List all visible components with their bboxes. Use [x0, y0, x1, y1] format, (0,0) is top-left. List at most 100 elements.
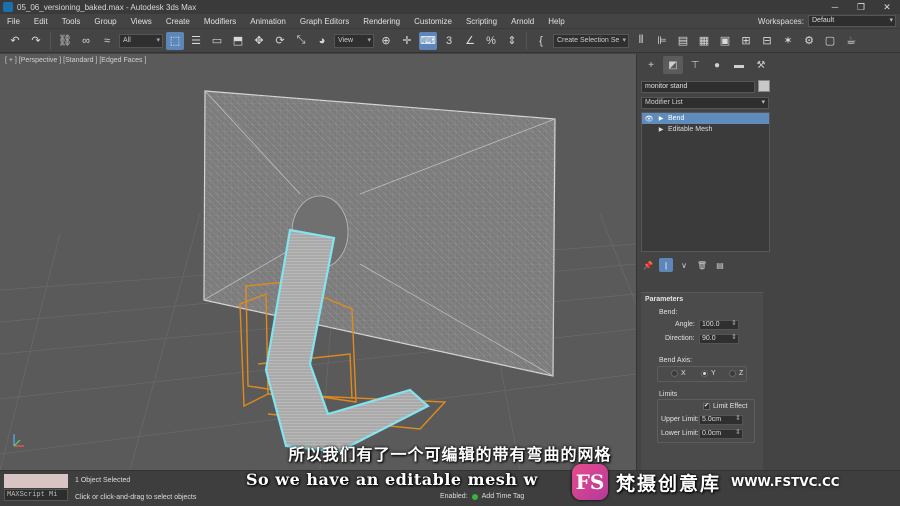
spinner-snap-icon[interactable]: ⇕ — [503, 32, 521, 50]
enabled-status-icon[interactable] — [471, 493, 478, 500]
eye-icon[interactable]: 👁 — [644, 115, 654, 123]
rollout-title[interactable]: Parameters — [641, 293, 763, 306]
bind-space-warp-icon[interactable]: ≈ — [98, 32, 116, 50]
select-object-icon[interactable]: ⬚ — [166, 31, 184, 50]
expand-icon[interactable]: ▶ — [657, 126, 665, 133]
remove-modifier-icon[interactable]: 🗑 — [695, 258, 709, 272]
add-time-tag[interactable]: Add Time Tag — [482, 493, 525, 500]
menu-file[interactable]: File — [0, 17, 27, 26]
mirror-icon[interactable]: ⫴ — [632, 32, 650, 50]
pin-stack-icon[interactable]: 📌 — [641, 258, 655, 272]
object-name-field[interactable]: monitor stand — [641, 81, 755, 93]
snaps-toggle-icon[interactable]: 3 — [440, 32, 458, 50]
limit-effect-label: Limit Effect — [713, 403, 748, 410]
angle-spinner[interactable]: 100.0 — [699, 320, 739, 330]
menu-graph-editors[interactable]: Graph Editors — [293, 17, 356, 26]
viewport-label[interactable]: [ + ] [Perspective ] [Standard ] [Edged … — [5, 57, 146, 64]
axis-x-label: X — [681, 370, 686, 377]
reference-coordinate-dropdown[interactable]: View — [334, 33, 374, 48]
stack-item-editable-mesh[interactable]: ▶ Editable Mesh — [642, 124, 769, 135]
stack-toolbar: 📌 | ∨ 🗑 ▤ — [641, 257, 770, 273]
minimize-icon[interactable]: ─ — [822, 0, 848, 14]
menu-help[interactable]: Help — [541, 17, 571, 26]
menu-customize[interactable]: Customize — [407, 17, 459, 26]
menu-edit[interactable]: Edit — [27, 17, 55, 26]
menu-group[interactable]: Group — [87, 17, 123, 26]
modifier-stack: 👁 ▶ Bend ▶ Editable Mesh — [641, 112, 770, 252]
axis-x-radio[interactable] — [671, 370, 678, 377]
render-setup-icon[interactable]: ⚙ — [800, 32, 818, 50]
schematic-view-icon[interactable]: ⊟ — [758, 32, 776, 50]
rendered-frame-window-icon[interactable]: ▢ — [821, 32, 839, 50]
menu-modifiers[interactable]: Modifiers — [197, 17, 243, 26]
watermark: FS 梵摄创意库 WWW.FSTVC.CC — [572, 463, 840, 501]
material-editor-icon[interactable]: ✶ — [779, 32, 797, 50]
undo-icon[interactable]: ↶ — [6, 32, 24, 50]
workspaces-label: Workspaces: — [757, 16, 804, 26]
align-icon[interactable]: ⊫ — [653, 32, 671, 50]
lower-limit-spinner[interactable]: 0.0cm — [699, 429, 743, 439]
utilities-tab-icon[interactable]: ⚒ — [751, 56, 771, 74]
axis-y-radio[interactable] — [701, 370, 708, 377]
create-tab-icon[interactable]: + — [641, 56, 661, 74]
rectangle-selection-icon[interactable]: ▭ — [208, 32, 226, 50]
display-tab-icon[interactable]: ▬ — [729, 56, 749, 74]
angle-snap-icon[interactable]: ∠ — [461, 32, 479, 50]
configure-modifier-sets-icon[interactable]: ▤ — [713, 258, 727, 272]
maxscript-listener[interactable] — [4, 474, 68, 488]
show-end-result-icon[interactable]: | — [659, 258, 673, 272]
menu-tools[interactable]: Tools — [55, 17, 88, 26]
main-toolbar: ↶ ↷ ⛓ ∞ ≈ All ⬚ ☰ ▭ ⬒ ✥ ⟳ ⤡ ◕ View ⊕ ✛ ⌨… — [0, 29, 900, 53]
window-controls: ─ ❐ ✕ — [822, 0, 900, 14]
named-selection-dropdown[interactable]: Create Selection Se — [553, 33, 629, 48]
rotate-icon[interactable]: ⟳ — [271, 32, 289, 50]
modifier-list-dropdown[interactable]: Modifier List — [641, 97, 769, 109]
link-icon[interactable]: ⛓ — [56, 32, 74, 50]
curve-editor-icon[interactable]: ⊞ — [737, 32, 755, 50]
stack-item-bend[interactable]: 👁 ▶ Bend — [642, 113, 769, 124]
stack-item-label: Bend — [668, 115, 685, 122]
restore-icon[interactable]: ❐ — [848, 0, 874, 14]
menu-scripting[interactable]: Scripting — [459, 17, 504, 26]
toggle-layer-explorer-icon[interactable]: ▦ — [695, 32, 713, 50]
toolbar-divider — [50, 31, 51, 50]
move-icon[interactable]: ✥ — [250, 32, 268, 50]
modify-tab-icon[interactable]: ◩ — [663, 56, 683, 74]
menu-views[interactable]: Views — [124, 17, 159, 26]
select-manipulate-icon[interactable]: ✛ — [398, 32, 416, 50]
expand-icon[interactable]: ▶ — [657, 115, 665, 122]
upper-limit-spinner[interactable]: 5.0cm — [699, 415, 743, 425]
direction-spinner[interactable]: 90.0 — [699, 334, 739, 344]
redo-icon[interactable]: ↷ — [27, 32, 45, 50]
axis-z-radio[interactable] — [729, 370, 736, 377]
render-production-icon[interactable]: ☕ — [842, 32, 860, 50]
place-icon[interactable]: ◕ — [313, 32, 331, 50]
watermark-logo: FS — [572, 464, 608, 500]
selection-filter-dropdown[interactable]: All — [119, 33, 163, 48]
close-icon[interactable]: ✕ — [874, 0, 900, 14]
menu-arnold[interactable]: Arnold — [504, 17, 541, 26]
motion-tab-icon[interactable]: ● — [707, 56, 727, 74]
scale-icon[interactable]: ⤡ — [292, 32, 310, 50]
enabled-label: Enabled: — [440, 493, 468, 500]
select-by-name-icon[interactable]: ☰ — [187, 32, 205, 50]
unlink-icon[interactable]: ∞ — [77, 32, 95, 50]
toggle-scene-explorer-icon[interactable]: ▤ — [674, 32, 692, 50]
window-crossing-icon[interactable]: ⬒ — [229, 32, 247, 50]
menu-animation[interactable]: Animation — [243, 17, 293, 26]
object-color-swatch[interactable] — [758, 80, 770, 92]
maxscript-mini-listener[interactable]: MAXScript Mi — [4, 489, 68, 501]
edit-named-selection-icon[interactable]: { — [532, 32, 550, 50]
menu-create[interactable]: Create — [159, 17, 197, 26]
watermark-name: 梵摄创意库 — [616, 472, 722, 495]
toggle-ribbon-icon[interactable]: ▣ — [716, 32, 734, 50]
percent-snap-icon[interactable]: % — [482, 32, 500, 50]
menu-rendering[interactable]: Rendering — [356, 17, 407, 26]
hierarchy-tab-icon[interactable]: ⊤ — [685, 56, 705, 74]
make-unique-icon[interactable]: ∨ — [677, 258, 691, 272]
keyboard-shortcut-override-icon[interactable]: ⌨ — [419, 31, 437, 50]
workspaces-dropdown[interactable]: Default — [808, 15, 896, 27]
limit-effect-checkbox[interactable]: ✔ — [703, 403, 710, 410]
perspective-viewport[interactable]: [ + ] [Perspective ] [Standard ] [Edged … — [0, 54, 636, 470]
pivot-center-icon[interactable]: ⊕ — [377, 32, 395, 50]
